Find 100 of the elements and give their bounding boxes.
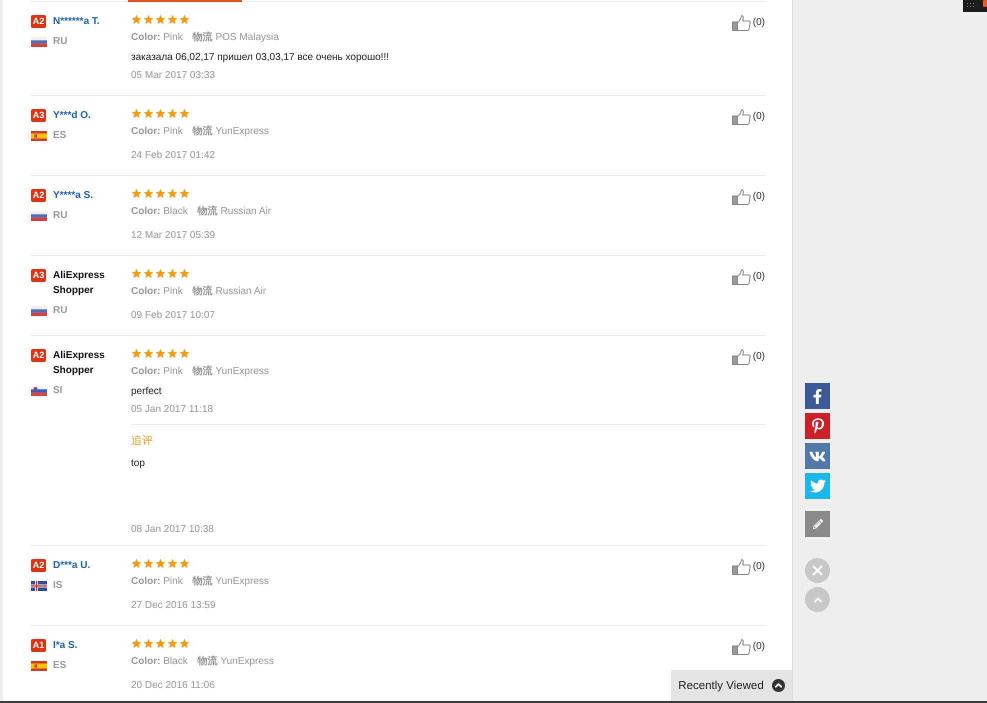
- flag-icon: [31, 211, 47, 221]
- reviewer-name[interactable]: Y***d O.: [53, 108, 91, 123]
- level-badge: A3: [31, 269, 46, 282]
- star-icon: [131, 188, 142, 199]
- country-code: RU: [53, 35, 68, 49]
- like-button[interactable]: (0): [732, 109, 765, 125]
- flag-icon: [31, 386, 47, 396]
- star-icon: [167, 14, 178, 25]
- star-icon: [155, 558, 166, 569]
- star-icon: [143, 638, 154, 649]
- star-icon: [155, 638, 166, 649]
- product-attribute: Color: Pink: [131, 31, 183, 45]
- star-icon: [143, 558, 154, 569]
- like-button[interactable]: (0): [732, 639, 765, 655]
- review-date: 12 Mar 2017 05:39: [131, 229, 215, 243]
- level-badge: A2: [31, 189, 46, 202]
- star-icon: [179, 108, 190, 119]
- flag-icon: [31, 306, 47, 316]
- reviewer-name[interactable]: I*a S.: [53, 638, 78, 653]
- thumbs-up-icon: [732, 349, 751, 365]
- country-code: IS: [53, 579, 62, 593]
- country-code: RU: [53, 304, 68, 318]
- reviewer-name[interactable]: D***a U.: [53, 558, 90, 573]
- star-icon: [131, 558, 142, 569]
- thumbs-up-icon: [732, 109, 751, 125]
- recently-viewed-button[interactable]: Recently Viewed: [671, 670, 792, 701]
- pencil-icon: [812, 519, 822, 529]
- star-icon: [131, 108, 142, 119]
- like-button[interactable]: (0): [732, 349, 765, 365]
- star-icon: [131, 638, 142, 649]
- star-icon: [179, 348, 190, 359]
- star-icon: [167, 638, 178, 649]
- edit-button[interactable]: [805, 511, 830, 537]
- star-icon: [143, 348, 154, 359]
- level-badge: A2: [31, 349, 46, 362]
- like-button[interactable]: (0): [732, 559, 765, 575]
- followup-date: 08 Jan 2017 10:38: [131, 523, 214, 537]
- country-code: ES: [53, 659, 66, 673]
- star-icon: [143, 188, 154, 199]
- star-icon: [167, 188, 178, 199]
- product-attribute: Color: Black: [131, 655, 188, 669]
- review-text: заказала 06,02,17 пришел 03,03,17 все очень хорошо!!!: [131, 51, 390, 65]
- grid-dots-icon[interactable]: [963, 0, 987, 12]
- product-attribute: Color: Pink: [131, 125, 183, 139]
- star-icon: [167, 268, 178, 279]
- thumbs-up-icon: [732, 269, 751, 285]
- star-icon: [167, 108, 178, 119]
- chevron-up-icon: [772, 679, 785, 692]
- country-code: SI: [53, 384, 62, 398]
- share-button[interactable]: [805, 383, 830, 409]
- like-button[interactable]: (0): [732, 269, 765, 285]
- flag-icon: [31, 581, 47, 591]
- pinterest-icon: [810, 418, 826, 434]
- share-button[interactable]: [805, 413, 830, 439]
- thumbs-up-icon: [732, 15, 751, 31]
- product-attribute: 物流 YunExpress: [192, 124, 269, 139]
- star-icon: [143, 108, 154, 119]
- review-date: 09 Feb 2017 10:07: [131, 309, 215, 323]
- reviewer-name[interactable]: Y****a S.: [53, 188, 94, 203]
- star-icon: [167, 558, 178, 569]
- like-button[interactable]: (0): [732, 189, 765, 205]
- country-code: RU: [53, 209, 68, 223]
- star-icon: [131, 14, 142, 25]
- product-attribute: 物流 YunExpress: [192, 574, 269, 589]
- level-badge: A2: [31, 559, 46, 572]
- review-date: 05 Mar 2017 03:33: [131, 69, 215, 83]
- product-attribute: 物流 POS Malaysia: [192, 30, 279, 45]
- flag-icon: [31, 661, 47, 671]
- star-icon: [155, 268, 166, 279]
- share-button[interactable]: [805, 443, 830, 469]
- product-attribute: Color: Pink: [131, 365, 183, 379]
- level-badge: A1: [31, 639, 46, 652]
- star-icon: [179, 268, 190, 279]
- followup-label: 追评: [131, 434, 153, 449]
- star-icon: [155, 188, 166, 199]
- star-icon: [155, 348, 166, 359]
- review-date: 24 Feb 2017 01:42: [131, 149, 215, 163]
- product-attribute: 物流 YunExpress: [198, 654, 274, 669]
- review-date: 20 Dec 2016 11:06: [131, 679, 215, 693]
- reviewer-name[interactable]: N******a T.: [53, 14, 100, 29]
- star-icon: [155, 108, 166, 119]
- review-text: perfect: [131, 385, 162, 399]
- star-icon: [179, 188, 190, 199]
- star-icon: [131, 348, 142, 359]
- star-icon: [179, 14, 190, 25]
- star-icon: [179, 638, 190, 649]
- product-attribute: 物流 Russian Air: [198, 204, 272, 219]
- star-icon: [167, 348, 178, 359]
- bird-icon: [810, 478, 826, 494]
- product-attribute: Color: Black: [131, 205, 188, 219]
- product-attribute: 物流 YunExpress: [192, 364, 269, 379]
- star-icon: [143, 268, 154, 279]
- level-badge: A3: [31, 109, 46, 122]
- level-badge: A2: [31, 15, 46, 28]
- star-icon: [131, 268, 142, 279]
- review-date: 05 Jan 2017 11:18: [131, 403, 214, 417]
- star-icon: [143, 14, 154, 25]
- product-attribute: Color: Pink: [131, 285, 183, 299]
- followup-text: top: [131, 457, 145, 471]
- like-button[interactable]: (0): [732, 15, 765, 31]
